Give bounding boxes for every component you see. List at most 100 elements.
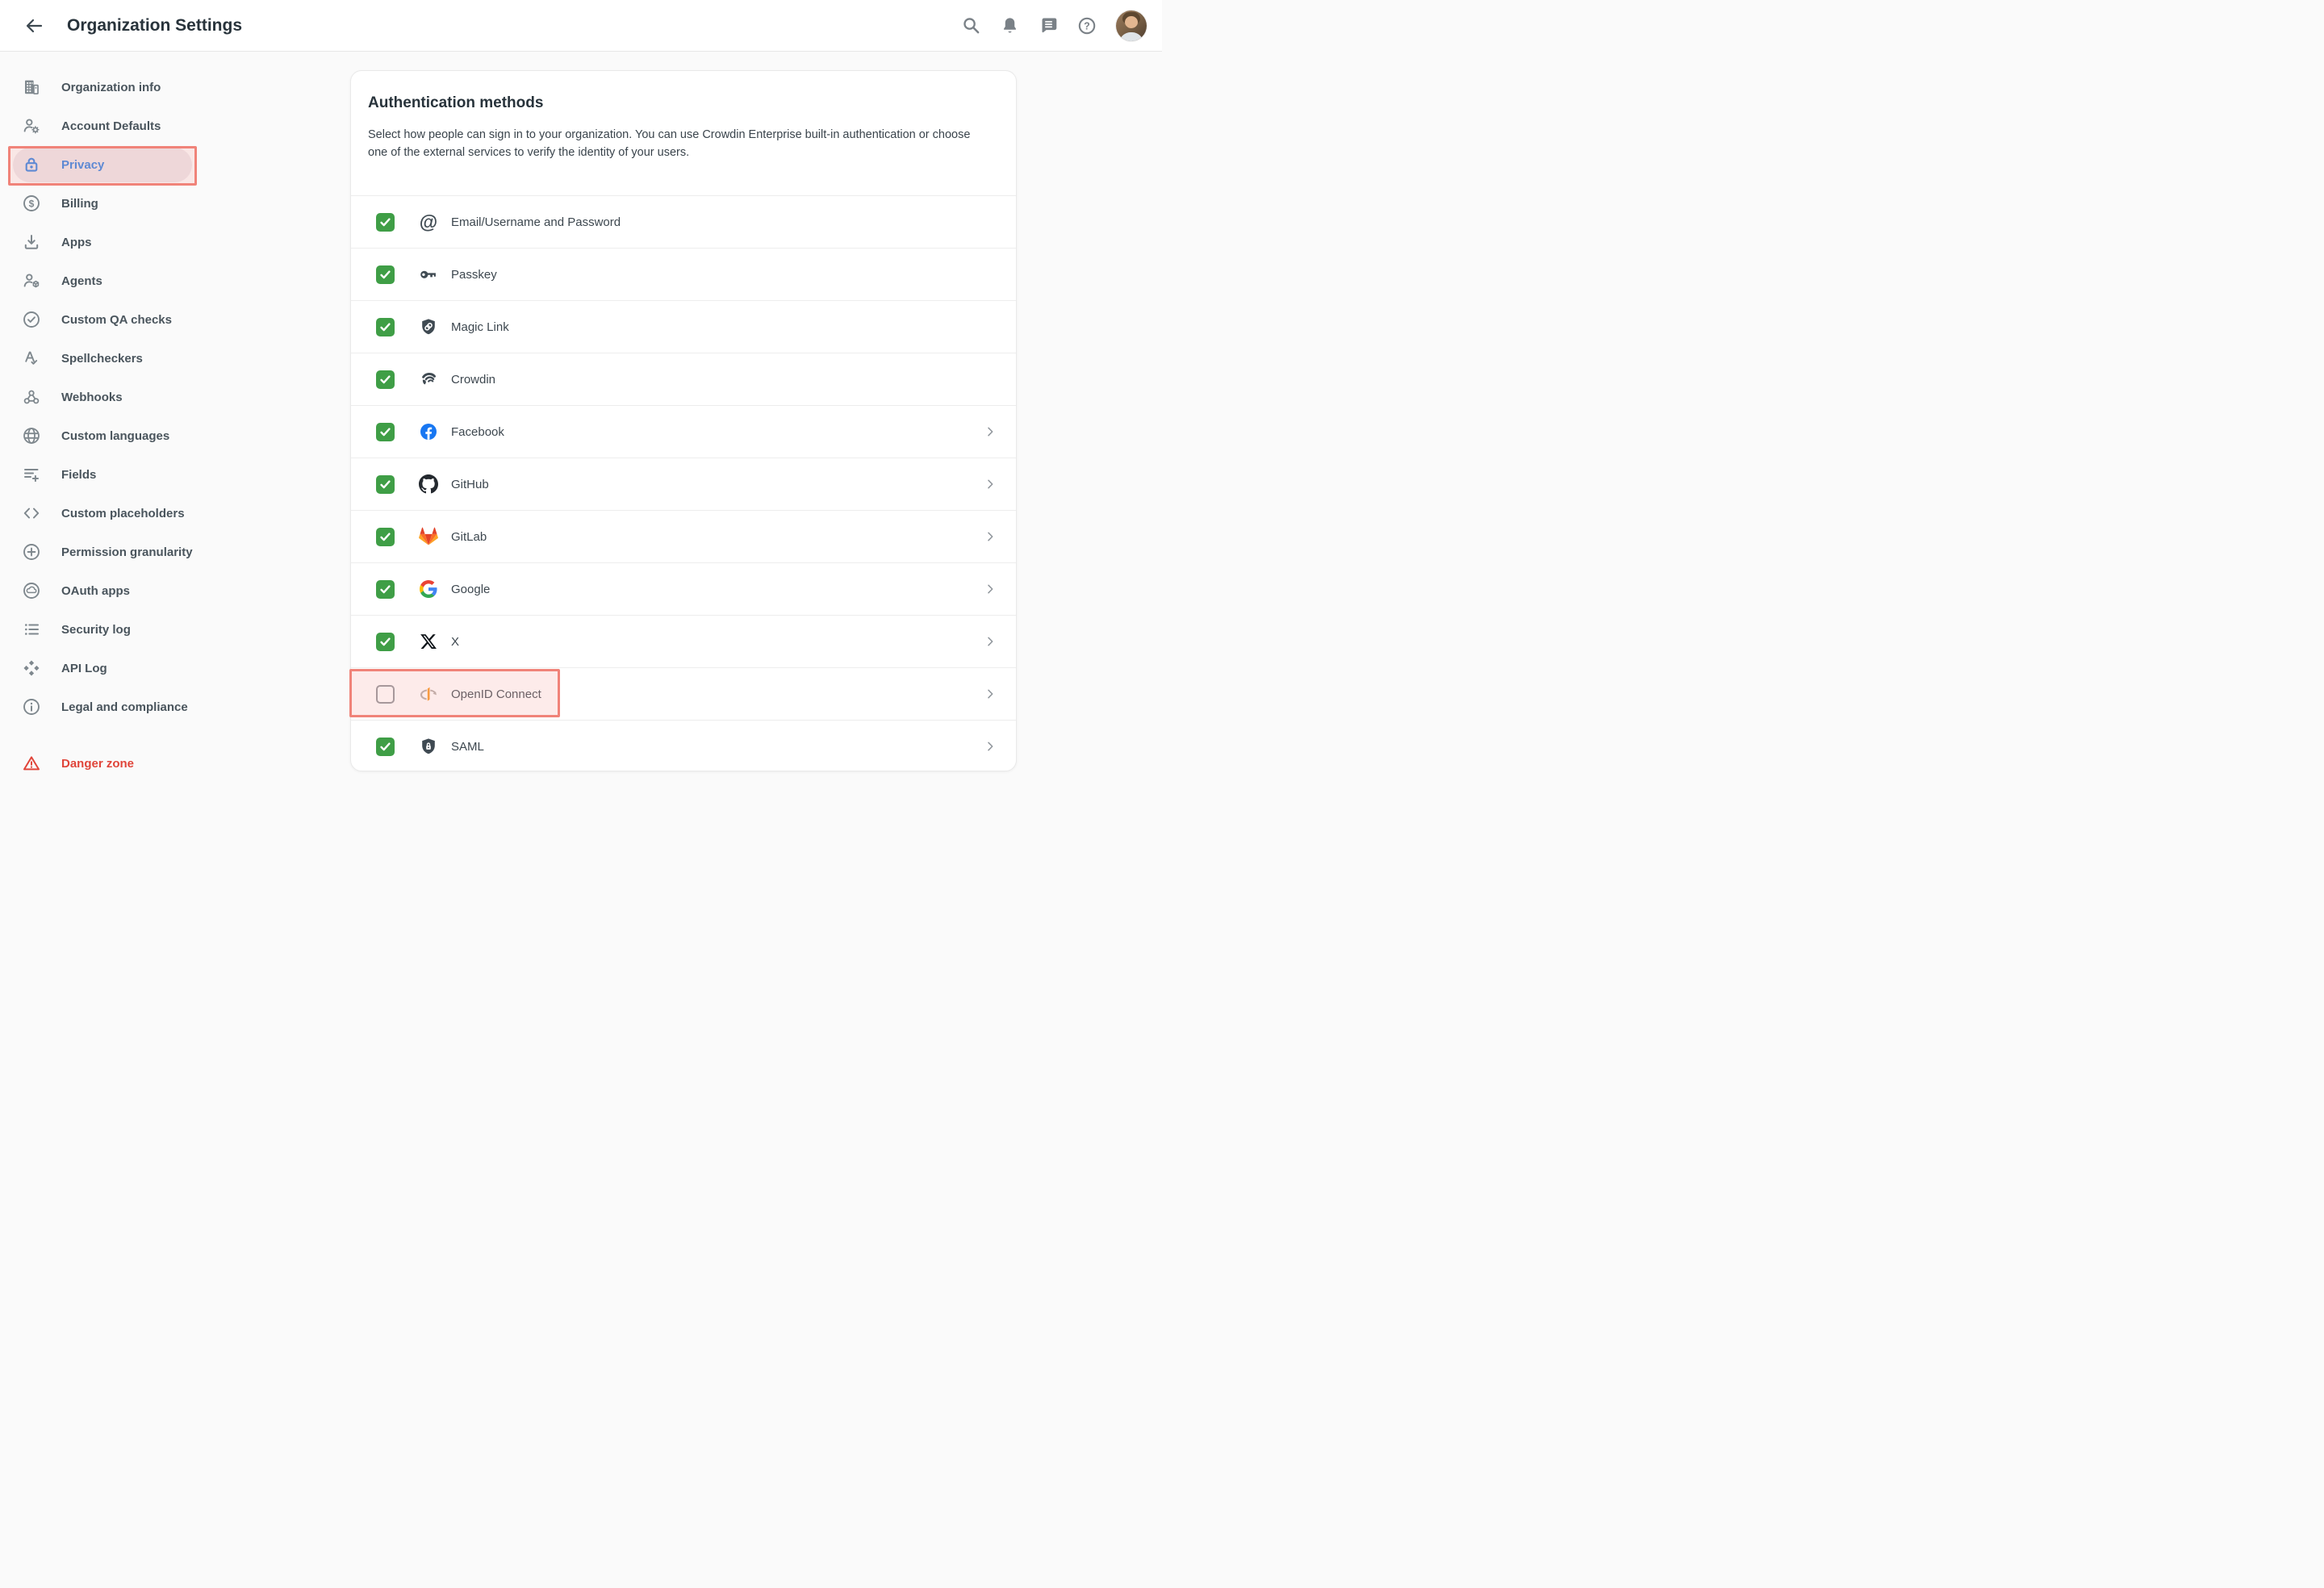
sidebar-item-legal-and-compliance[interactable]: Legal and compliance [0,687,350,726]
key-icon [419,265,438,284]
sidebar-item-privacy[interactable]: Privacy [0,145,350,184]
help-icon: ? [1078,17,1096,34]
globe-icon [22,426,41,445]
google-checkbox[interactable] [376,579,395,599]
github-icon [419,474,438,494]
auth-row-github[interactable]: GitHub [351,458,1016,510]
chevron-right-icon[interactable] [984,478,997,491]
sidebar-item-custom-languages[interactable]: Custom languages [0,416,350,455]
auth-row-saml[interactable]: SAML [351,720,1016,772]
organization-settings-page: Organization Settings ? Organization inf… [0,0,1162,794]
search-icon [963,18,979,34]
magic-link-checkbox[interactable] [376,317,395,336]
x-icon [419,632,438,651]
sidebar-item-label: Privacy [61,157,105,172]
sidebar-item-label: Custom placeholders [61,506,185,520]
sidebar-item-webhooks[interactable]: Webhooks [0,378,350,416]
chevron-right-icon[interactable] [984,530,997,543]
messages-button[interactable] [1039,16,1058,36]
gitlab-checkbox[interactable] [376,527,395,546]
sidebar-item-account-defaults[interactable]: Account Defaults [0,107,350,145]
openid-icon [419,684,438,704]
auth-method-label: Facebook [451,424,504,439]
auth-row-x[interactable]: X [351,615,1016,667]
saml-checkbox[interactable] [376,737,395,756]
lock-icon [22,155,41,174]
sidebar-item-label: Danger zone [61,756,135,771]
sidebar-item-fields[interactable]: Fields [0,455,350,494]
settings-sidebar: Organization info Account Defaults Priva… [0,52,350,783]
chevron-right-icon[interactable] [984,425,997,438]
sidebar-item-label: Security log [61,622,131,637]
page-title: Organization Settings [67,15,243,35]
spellcheck-icon [22,349,41,368]
sidebar-item-label: Billing [61,196,98,211]
sidebar-item-oauth-apps[interactable]: OAuth apps [0,571,350,610]
auth-method-label: Google [451,582,491,596]
sidebar-item-danger-zone[interactable]: Danger zone [0,744,350,783]
passkey-checkbox[interactable] [376,265,395,284]
card-header: Authentication methods Select how people… [351,71,1016,161]
top-header: Organization Settings ? [0,0,1162,52]
shield-link-icon [419,317,438,336]
search-button[interactable] [961,16,980,36]
auth-row-magic-link[interactable]: Magic Link [351,300,1016,353]
chevron-right-icon[interactable] [984,635,997,648]
chevron-right-icon[interactable] [984,687,997,700]
auth-row-crowdin[interactable]: Crowdin [351,353,1016,405]
sidebar-item-label: Organization info [61,80,161,94]
sidebar-item-label: Fields [61,467,97,482]
auth-method-label: Email/Username and Password [451,215,621,229]
sidebar-item-label: API Log [61,661,107,675]
user-avatar[interactable] [1116,10,1147,41]
sidebar-item-apps[interactable]: Apps [0,223,350,261]
sidebar-item-agents[interactable]: Agents [0,261,350,300]
auth-row-facebook[interactable]: Facebook [351,405,1016,458]
sidebar-item-label: Webhooks [61,390,123,404]
avatar-face [1125,15,1138,28]
sidebar-item-spellcheckers[interactable]: Spellcheckers [0,339,350,378]
google-icon [419,579,438,599]
x-checkbox[interactable] [376,632,395,651]
sidebar-item-label: Legal and compliance [61,700,188,714]
facebook-checkbox[interactable] [376,422,395,441]
gitlab-icon [419,527,438,546]
help-button[interactable]: ? [1077,16,1097,36]
auth-row-email-password[interactable]: @ Email/Username and Password [351,195,1016,248]
crowdin-checkbox[interactable] [376,370,395,389]
auth-row-passkey[interactable]: Passkey [351,248,1016,300]
download-icon [22,232,41,252]
sidebar-item-security-log[interactable]: Security log [0,610,350,649]
sidebar-item-permission-granularity[interactable]: Permission granularity [0,533,350,571]
sidebar-item-custom-qa-checks[interactable]: Custom QA checks [0,300,350,339]
sidebar-item-organization-info[interactable]: Organization info [0,68,350,107]
header-actions: ? [961,10,1147,41]
chevron-right-icon[interactable] [984,583,997,596]
auth-row-google[interactable]: Google [351,562,1016,615]
auth-method-label: Passkey [451,267,497,282]
dollar-circle-icon: $ [22,194,41,213]
auth-methods-list: @ Email/Username and Password Passkey Ma… [351,195,1016,772]
sidebar-item-custom-placeholders[interactable]: Custom placeholders [0,494,350,533]
saml-shield-icon [419,737,438,756]
sidebar-item-billing[interactable]: $ Billing [0,184,350,223]
auth-row-openid-connect[interactable]: OpenID Connect [351,667,1016,720]
openid-checkbox[interactable] [376,684,395,704]
card-description: Select how people can sign in to your or… [368,128,971,159]
sidebar-item-label: Account Defaults [61,119,161,133]
svg-text:?: ? [1084,20,1090,31]
email-password-checkbox[interactable] [376,212,395,232]
card-title: Authentication methods [368,94,544,111]
github-checkbox[interactable] [376,474,395,494]
list-plus-icon [22,465,41,484]
notifications-button[interactable] [1000,16,1019,36]
user-gear-icon [22,116,41,136]
auth-row-gitlab[interactable]: GitLab [351,510,1016,562]
cloud-circle-icon [22,581,41,600]
sidebar-item-api-log[interactable]: API Log [0,649,350,687]
auth-method-label: GitLab [451,529,487,544]
sidebar-item-label: Custom QA checks [61,312,172,327]
back-arrow-icon [26,19,43,32]
chevron-right-icon[interactable] [984,740,997,753]
back-arrow-button[interactable] [24,16,44,36]
